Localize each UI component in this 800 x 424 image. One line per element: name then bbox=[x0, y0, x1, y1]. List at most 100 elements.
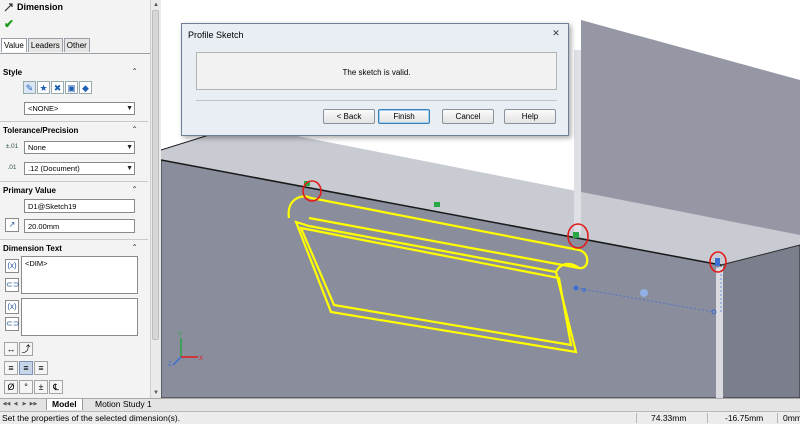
symbol-tools: Ø ° ± ℄ bbox=[4, 380, 64, 394]
dimension-value-field[interactable]: 20.00mm bbox=[24, 219, 135, 233]
chevron-down-icon: ▼ bbox=[126, 105, 133, 112]
panel-scrollbar[interactable]: ▲ ▼ bbox=[150, 0, 161, 398]
right-wall bbox=[720, 244, 800, 398]
close-icon[interactable]: ✕ bbox=[550, 27, 562, 39]
dialog-message: The sketch is valid. bbox=[342, 68, 411, 77]
svg-text:Y: Y bbox=[178, 332, 182, 338]
chevron-down-icon: ▼ bbox=[126, 144, 133, 151]
divider bbox=[0, 121, 148, 122]
dimension-text-tools: ↔ ⤴ bbox=[4, 342, 34, 356]
panel-tabs: Value Leaders Other bbox=[1, 38, 91, 52]
diameter-symbol-button[interactable]: Ø bbox=[4, 380, 18, 394]
tolerance-type-icon: ±.01 bbox=[5, 143, 19, 150]
precision-icon: .01 bbox=[7, 164, 17, 171]
primary-value-heading: Primary Value bbox=[3, 186, 56, 195]
inspection-dimension-icon[interactable]: ⊂⊃ bbox=[5, 278, 19, 292]
first-tab-icon[interactable]: ◀◀ bbox=[2, 400, 11, 409]
tab-nav: ◀◀ ◀ ▶ ▶▶ bbox=[2, 400, 38, 409]
add-parentheses-icon[interactable]: (x) bbox=[5, 259, 19, 273]
dimension-text-heading: Dimension Text bbox=[3, 244, 62, 253]
center-dimension-icon[interactable]: ↔ bbox=[4, 342, 18, 356]
precision-value: .12 (Document) bbox=[28, 164, 80, 173]
tab-other[interactable]: Other bbox=[63, 38, 90, 52]
dimension-text-lower-area[interactable] bbox=[21, 298, 138, 336]
property-manager-panel: Dimension ✔ Value Leaders Other Style ⌃ … bbox=[0, 0, 151, 398]
scroll-up-icon[interactable]: ▲ bbox=[151, 0, 161, 10]
justify-tools: ≡ ≡ ≡ bbox=[4, 361, 49, 375]
collapse-dimension-text-icon[interactable]: ⌃ bbox=[131, 243, 138, 252]
right-wall-edge bbox=[716, 266, 723, 398]
next-tab-icon[interactable]: ▶ bbox=[20, 400, 29, 409]
dimension-icon bbox=[4, 3, 13, 12]
back-button[interactable]: < Back bbox=[323, 109, 375, 124]
scroll-thumb[interactable] bbox=[152, 10, 159, 340]
align-center-icon[interactable]: ≡ bbox=[19, 361, 33, 375]
style-select-value: <NONE> bbox=[28, 104, 59, 113]
style-heading: Style bbox=[3, 68, 23, 77]
status-y-coordinate: -16.75mm bbox=[725, 413, 764, 423]
reverse-direction-icon[interactable]: ↗ bbox=[5, 218, 19, 232]
tab-divider bbox=[0, 53, 150, 54]
document-tabs-bar: ◀◀ ◀ ▶ ▶▶ Model Motion Study 1 bbox=[0, 398, 800, 411]
tab-value[interactable]: Value bbox=[1, 38, 27, 52]
profile-sketch-dialog: Profile Sketch ✕ The sketch is valid. < … bbox=[181, 23, 569, 136]
plus-minus-symbol-button[interactable]: ± bbox=[34, 380, 48, 394]
dialog-message-box: The sketch is valid. bbox=[196, 52, 557, 90]
tab-model[interactable]: Model bbox=[46, 399, 83, 410]
tolerance-type-select[interactable]: None ▼ bbox=[24, 141, 135, 154]
style-toolbar: ✎ ★ ✖ ▣ ◆ bbox=[23, 81, 93, 94]
dimension-name-field[interactable]: D1@Sketch19 bbox=[24, 199, 135, 213]
ok-check-button[interactable]: ✔ bbox=[4, 17, 14, 31]
chevron-down-icon: ▼ bbox=[126, 165, 133, 172]
divider bbox=[707, 413, 708, 423]
panel-title-text: Dimension bbox=[17, 2, 64, 12]
apply-style-icon[interactable]: ✎ bbox=[23, 81, 36, 94]
status-bar: Set the properties of the selected dimen… bbox=[0, 411, 800, 424]
collapse-style-icon[interactable]: ⌃ bbox=[131, 67, 138, 76]
align-left-icon[interactable]: ≡ bbox=[4, 361, 18, 375]
dimension-text-value: <DIM> bbox=[25, 259, 48, 268]
precision-select[interactable]: .12 (Document) ▼ bbox=[24, 162, 135, 175]
load-style-icon[interactable]: ◆ bbox=[79, 81, 92, 94]
relation-marker bbox=[573, 232, 579, 238]
tab-motion-study[interactable]: Motion Study 1 bbox=[90, 399, 157, 410]
divider bbox=[777, 413, 778, 423]
prev-tab-icon[interactable]: ◀ bbox=[11, 400, 20, 409]
collapse-primary-value-icon[interactable]: ⌃ bbox=[131, 185, 138, 194]
svg-text:Z: Z bbox=[168, 362, 172, 368]
panel-title: Dimension bbox=[4, 2, 63, 13]
relation-marker bbox=[434, 202, 440, 207]
add-style-icon[interactable]: ★ bbox=[37, 81, 50, 94]
inner-panel-edge bbox=[574, 50, 581, 235]
dimension-value: 20.00mm bbox=[28, 222, 60, 231]
inspection-lower-icon[interactable]: ⊂⊃ bbox=[5, 317, 19, 331]
centerline-symbol-button[interactable]: ℄ bbox=[49, 380, 63, 394]
last-tab-icon[interactable]: ▶▶ bbox=[29, 400, 38, 409]
tolerance-heading: Tolerance/Precision bbox=[3, 126, 79, 135]
dialog-title: Profile Sketch bbox=[188, 30, 244, 40]
save-style-icon[interactable]: ▣ bbox=[65, 81, 78, 94]
collapse-tolerance-icon[interactable]: ⌃ bbox=[131, 125, 138, 134]
cancel-button[interactable]: Cancel bbox=[442, 109, 494, 124]
dimension-name-value: D1@Sketch19 bbox=[28, 202, 77, 211]
degree-symbol-button[interactable]: ° bbox=[19, 380, 33, 394]
status-x-coordinate: 74.33mm bbox=[651, 413, 687, 423]
divider bbox=[636, 413, 637, 423]
tab-leaders[interactable]: Leaders bbox=[27, 38, 63, 52]
scroll-down-icon[interactable]: ▼ bbox=[151, 388, 161, 398]
svg-text:X: X bbox=[199, 356, 203, 362]
status-message: Set the properties of the selected dimen… bbox=[2, 413, 181, 423]
tolerance-type-value: None bbox=[28, 143, 46, 152]
style-select[interactable]: <NONE> ▼ bbox=[24, 102, 135, 115]
finish-button[interactable]: Finish bbox=[378, 109, 430, 124]
help-button[interactable]: Help bbox=[504, 109, 556, 124]
relation-marker bbox=[715, 258, 720, 266]
status-z-coordinate: 0mm bbox=[783, 413, 800, 423]
divider bbox=[0, 181, 148, 182]
dialog-separator bbox=[196, 100, 557, 101]
offset-text-icon[interactable]: ⤴ bbox=[19, 342, 33, 356]
delete-style-icon[interactable]: ✖ bbox=[51, 81, 64, 94]
add-parentheses-lower-icon[interactable]: (x) bbox=[5, 300, 19, 314]
dimension-text-area[interactable]: <DIM> bbox=[21, 256, 138, 294]
align-right-icon[interactable]: ≡ bbox=[34, 361, 48, 375]
